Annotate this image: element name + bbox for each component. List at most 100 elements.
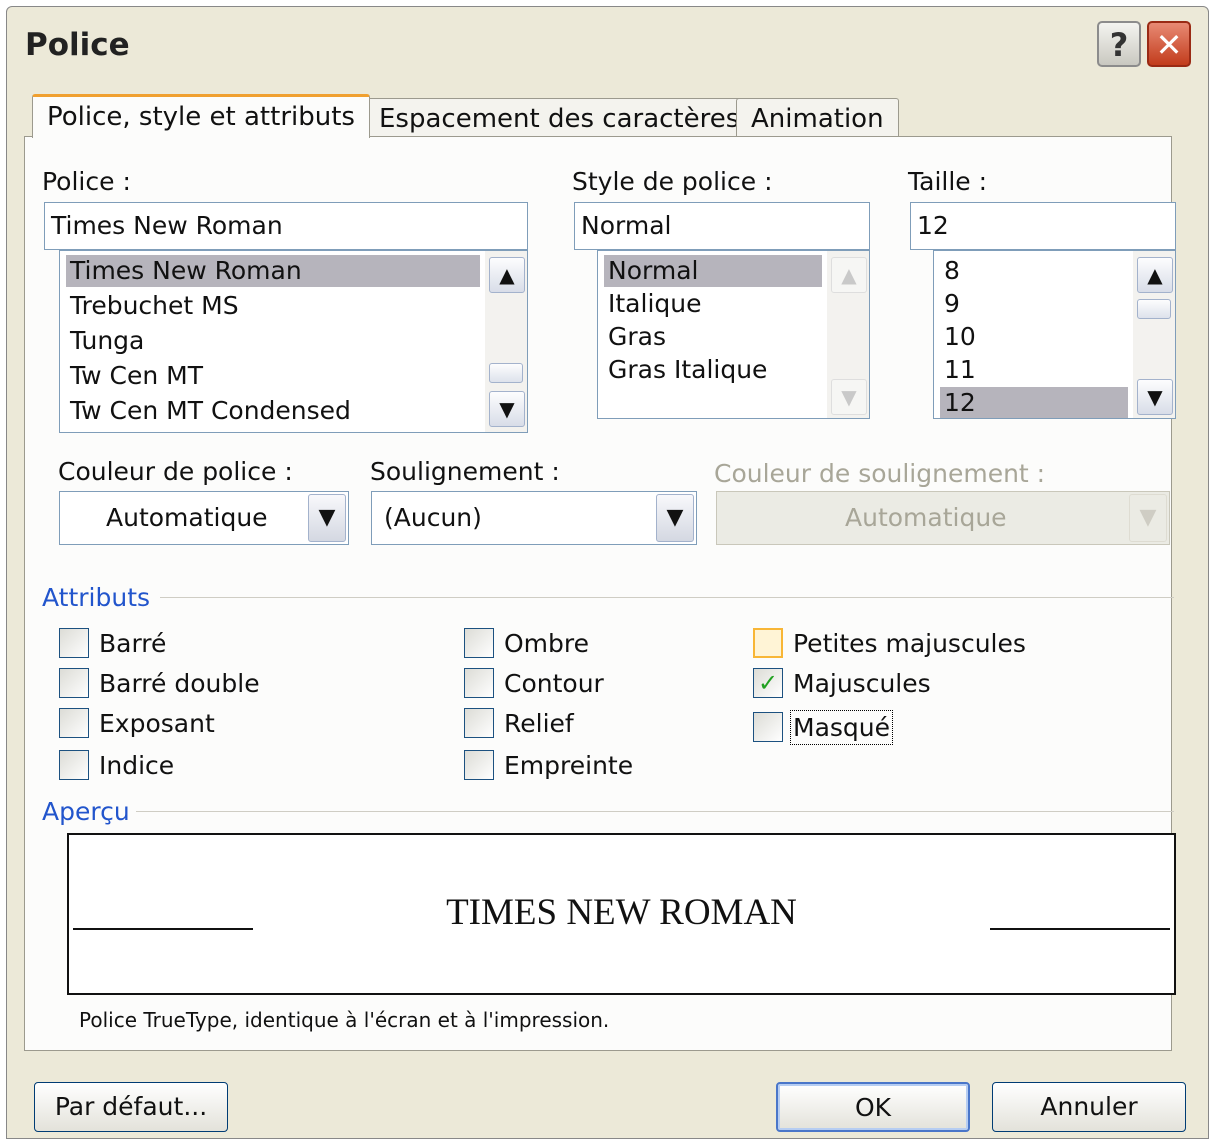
font-list[interactable]: Times New Roman Trebuchet MS Tunga Tw Ce… [59,250,528,433]
font-color-select[interactable]: Automatique ▼ [59,491,349,545]
style-input[interactable]: Normal [574,202,870,250]
checkbox[interactable] [464,628,494,658]
tab-label: Espacement des caractères [379,104,740,134]
dropdown-button: ▼ [1129,494,1167,542]
size-label: Taille : [908,167,988,196]
underline-color-label: Couleur de soulignement : [714,459,1046,488]
checkbox[interactable] [753,712,783,742]
scroll-down-button[interactable]: ▼ [831,379,867,415]
list-item[interactable]: 12 [940,387,1128,418]
checkbox-shadow[interactable]: Ombre [464,625,589,661]
checkbox-subscript[interactable]: Indice [59,747,174,783]
font-label: Police : [42,167,131,196]
font-color-value: Automatique [106,503,268,532]
checkbox[interactable] [464,708,494,738]
checkbox-double-strikethrough[interactable]: Barré double [59,665,260,701]
help-icon: ? [1109,26,1129,64]
checkbox-small-caps[interactable]: Petites majuscules [753,625,1026,661]
checkbox-hidden[interactable]: Masqué [753,709,894,745]
list-item[interactable]: Gras Italique [604,354,767,386]
list-item[interactable]: Gras [604,321,666,353]
chevron-down-icon: ▼ [499,397,515,421]
scroll-up-button[interactable]: ▲ [1137,257,1173,293]
checkbox-label: Contour [504,668,604,698]
checkbox-label: Masqué [789,709,894,745]
list-item[interactable]: 10 [940,321,976,353]
checkbox-all-caps[interactable]: ✓ Majuscules [753,665,931,701]
checkbox-label: Indice [99,750,175,780]
group-divider [160,597,1174,598]
checkbox[interactable]: ✓ [753,668,783,698]
tab-character-spacing[interactable]: Espacement des caractères [364,98,755,138]
checkbox[interactable] [464,668,494,698]
preview-text: TIMES NEW ROMAN [446,892,797,933]
underline-select[interactable]: (Aucun) ▼ [371,491,697,545]
checkbox-label: Exposant [99,708,215,738]
checkbox[interactable] [59,628,89,658]
cancel-button[interactable]: Annuler [992,1082,1186,1132]
scroll-up-button[interactable]: ▲ [831,257,867,293]
set-default-button[interactable]: Par défaut... [34,1082,228,1132]
checkbox-label: Barré double [99,668,260,698]
scrollbar[interactable]: ▲ ▼ [1133,251,1175,418]
font-info-note: Police TrueType, identique à l'écran et … [79,1008,610,1032]
list-item[interactable]: Normal [604,255,822,287]
scroll-down-button[interactable]: ▼ [1137,379,1173,415]
ok-button[interactable]: OK [776,1082,970,1132]
checkbox-label: Barré [99,628,167,658]
close-button[interactable]: ✕ [1147,21,1191,67]
font-input[interactable]: Times New Roman [44,202,528,250]
list-item[interactable]: Italique [604,288,701,320]
checkbox[interactable] [59,750,89,780]
dropdown-button[interactable]: ▼ [308,494,346,542]
scroll-down-button[interactable]: ▼ [489,391,525,427]
help-button[interactable]: ? [1097,21,1141,67]
chevron-down-icon: ▼ [1139,505,1157,530]
tab-animation[interactable]: Animation [736,98,899,138]
list-item[interactable]: Tw Cen MT Condensed [66,395,351,427]
list-item[interactable]: 8 [940,255,960,287]
scroll-thumb[interactable] [1137,299,1171,319]
style-label: Style de police : [572,167,773,196]
checkbox-superscript[interactable]: Exposant [59,705,215,741]
chevron-down-icon: ▼ [318,505,336,530]
scroll-up-button[interactable]: ▲ [489,257,525,293]
checkbox[interactable] [753,628,783,658]
scroll-thumb[interactable] [489,363,523,383]
close-icon: ✕ [1155,26,1183,64]
scrollbar[interactable]: ▲ ▼ [827,251,869,418]
checkbox-label: Petites majuscules [793,628,1026,658]
checkbox[interactable] [59,668,89,698]
underline-label: Soulignement : [370,457,560,486]
title-bar: Police ? ✕ [7,7,1208,83]
list-item[interactable]: Times New Roman [66,255,480,287]
dropdown-button[interactable]: ▼ [656,494,694,542]
font-color-label: Couleur de police : [58,457,293,486]
checkbox[interactable] [59,708,89,738]
list-item[interactable]: Trebuchet MS [66,290,239,322]
chevron-down-icon: ▼ [841,385,857,409]
chevron-up-icon: ▲ [499,263,515,287]
checkbox-engrave[interactable]: Empreinte [464,747,633,783]
underline-color-value: Automatique [845,503,1007,532]
size-list[interactable]: 8 9 10 11 12 ▲ ▼ [933,250,1176,419]
chevron-down-icon: ▼ [1147,385,1163,409]
list-item[interactable]: 9 [940,288,960,320]
size-input[interactable]: 12 [910,202,1176,250]
group-divider [132,811,1174,812]
scrollbar[interactable]: ▲ ▼ [485,251,527,432]
checkbox-label: Majuscules [793,668,931,698]
list-item[interactable]: Tw Cen MT [66,360,203,392]
checkbox-label: Ombre [504,628,590,658]
checkbox[interactable] [464,750,494,780]
underline-value: (Aucun) [384,503,482,532]
list-item[interactable]: Tunga [66,325,144,357]
checkbox-outline[interactable]: Contour [464,665,604,701]
checkbox-emboss[interactable]: Relief [464,705,574,741]
style-list[interactable]: Normal Italique Gras Gras Italique ▲ ▼ [597,250,870,419]
checkbox-strikethrough[interactable]: Barré [59,625,166,661]
tab-label: Police, style et attributs [47,102,355,132]
attributes-group-title: Attributs [42,583,157,612]
tab-font-style-attributes[interactable]: Police, style et attributs [32,94,370,138]
list-item[interactable]: 11 [940,354,976,386]
